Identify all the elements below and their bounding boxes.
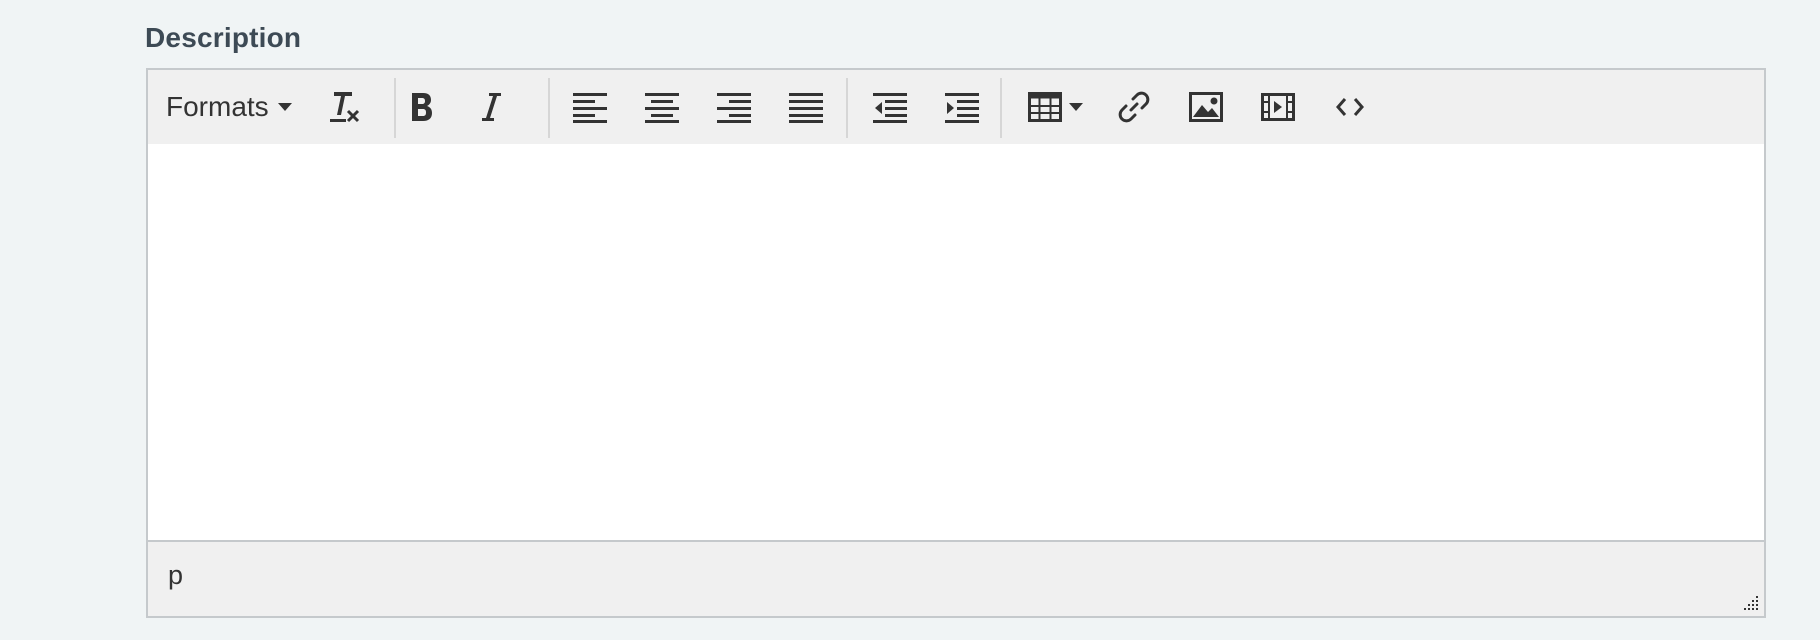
align-right-icon [717, 93, 751, 123]
image-button[interactable] [1178, 79, 1234, 135]
bold-button[interactable] [392, 79, 452, 135]
editor-statusbar: p [148, 540, 1764, 616]
align-justify-icon [789, 93, 823, 123]
link-button[interactable] [1106, 79, 1162, 135]
editor-content-area[interactable] [148, 144, 1764, 542]
film-icon [1261, 93, 1295, 121]
toolbar-separator [548, 78, 550, 138]
source-code-button[interactable] [1322, 79, 1378, 135]
outdent-icon [873, 93, 907, 123]
indent-icon [945, 93, 979, 123]
resize-handle-icon[interactable] [1740, 592, 1760, 612]
rich-text-editor: Formats p [146, 68, 1766, 618]
field-label: Description [145, 22, 302, 53]
italic-icon [482, 93, 501, 121]
chevron-down-icon [277, 103, 292, 111]
outdent-button[interactable] [862, 79, 918, 135]
align-center-icon [645, 93, 679, 123]
indent-button[interactable] [934, 79, 990, 135]
align-left-button[interactable] [562, 79, 618, 135]
bold-icon [412, 93, 432, 121]
align-center-button[interactable] [634, 79, 690, 135]
clear-format-icon [330, 92, 360, 123]
element-path[interactable]: p [168, 560, 183, 591]
clear-formatting-button[interactable] [320, 79, 370, 135]
align-justify-button[interactable] [778, 79, 834, 135]
formats-dropdown[interactable]: Formats [166, 79, 298, 135]
image-icon [1189, 92, 1223, 122]
align-right-button[interactable] [706, 79, 762, 135]
align-left-icon [573, 93, 607, 123]
table-dropdown[interactable] [1020, 79, 1092, 135]
toolbar-separator [846, 78, 848, 138]
formats-label: Formats [166, 91, 269, 122]
italic-button[interactable] [466, 79, 516, 135]
editor-toolbar: Formats [148, 70, 1764, 146]
code-icon [1336, 98, 1364, 116]
toolbar-separator [1000, 78, 1002, 138]
chevron-down-icon [1069, 103, 1083, 111]
table-icon [1028, 92, 1062, 122]
media-button[interactable] [1250, 79, 1306, 135]
link-icon [1118, 91, 1150, 123]
